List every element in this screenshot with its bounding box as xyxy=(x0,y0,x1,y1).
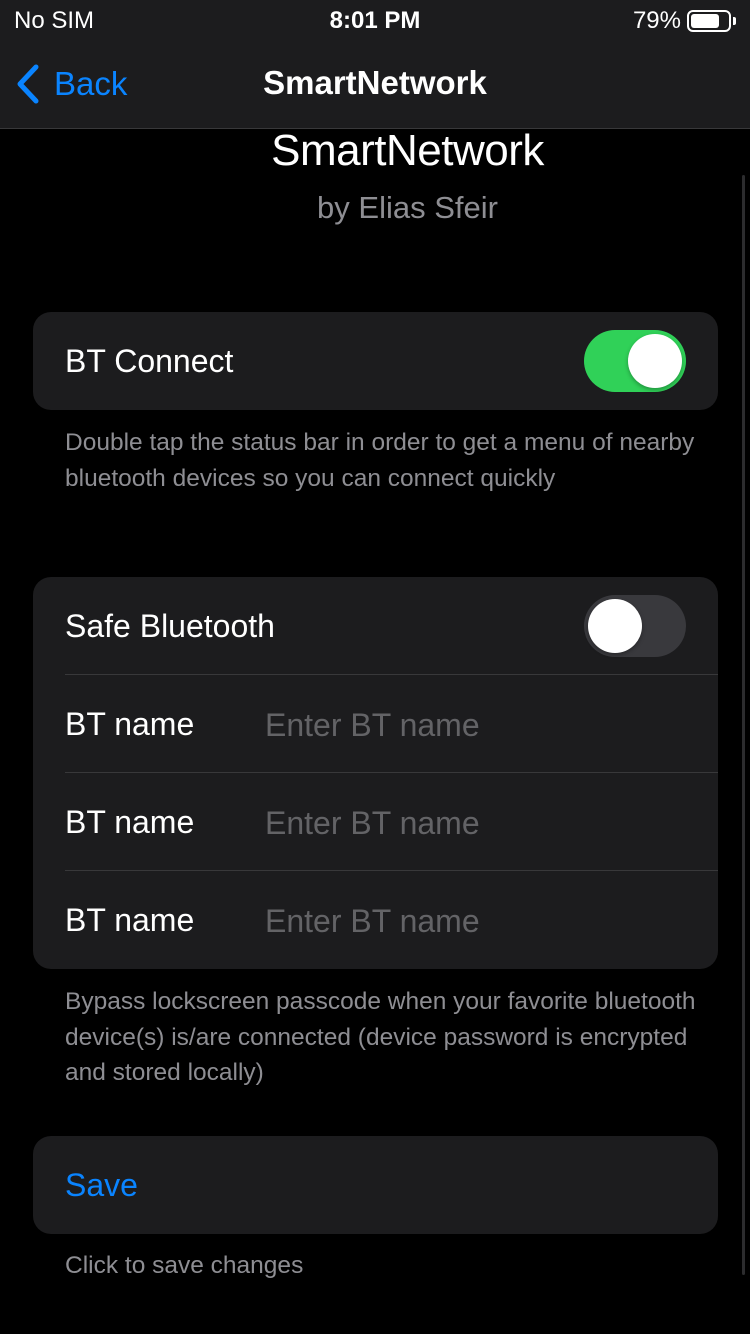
safe-bluetooth-group: Safe Bluetooth BT name BT name BT name xyxy=(33,577,718,969)
save-row[interactable]: Save xyxy=(33,1136,718,1234)
battery-icon xyxy=(687,10,731,32)
safe-bluetooth-label: Safe Bluetooth xyxy=(65,607,275,644)
bt-name-row-3: BT name xyxy=(33,871,718,969)
status-bar: No SIM 8:01 PM 79% xyxy=(0,0,750,40)
safe-bluetooth-footer: Bypass lockscreen passcode when your fav… xyxy=(65,988,696,1086)
save-footer: Click to save changes xyxy=(65,1252,304,1279)
app-header-subtitle: by Elias Sfeir xyxy=(317,190,498,225)
safe-bluetooth-row: Safe Bluetooth xyxy=(33,577,718,675)
safe-bluetooth-toggle[interactable] xyxy=(584,595,686,657)
bt-name-input-2[interactable] xyxy=(263,795,683,851)
nav-title: SmartNetwork xyxy=(263,64,487,101)
toggle-knob xyxy=(628,334,682,388)
app-header-title: SmartNetwork xyxy=(271,126,544,175)
bt-name-row-2: BT name xyxy=(33,773,718,871)
bt-connect-label: BT Connect xyxy=(65,342,234,379)
bt-name-input-1[interactable] xyxy=(263,697,683,753)
bt-name-label: BT name xyxy=(65,705,195,742)
bt-connect-group: BT Connect xyxy=(33,312,718,410)
battery-status: 79% xyxy=(633,7,736,35)
navigation-bar: Back SmartNetwork xyxy=(0,40,750,129)
bt-name-label: BT name xyxy=(65,803,195,840)
bt-connect-toggle[interactable] xyxy=(584,330,686,392)
save-button[interactable]: Save xyxy=(65,1167,138,1204)
bt-connect-footer: Double tap the status bar in order to ge… xyxy=(65,429,695,492)
battery-cap xyxy=(733,17,736,25)
bt-connect-row: BT Connect xyxy=(33,312,718,410)
bt-name-input-3[interactable] xyxy=(263,893,683,949)
battery-percent: 79% xyxy=(632,7,681,34)
bt-name-row-1: BT name xyxy=(33,675,718,773)
toggle-knob xyxy=(588,599,642,653)
bt-name-label: BT name xyxy=(65,901,195,938)
scroll-indicator[interactable] xyxy=(742,175,745,1275)
save-group: Save xyxy=(33,1136,718,1234)
battery-fill xyxy=(691,14,719,28)
